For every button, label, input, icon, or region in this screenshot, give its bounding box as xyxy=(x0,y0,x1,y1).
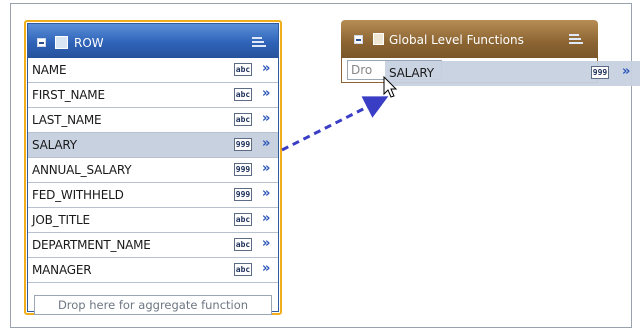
chevron-right-icon[interactable]: » xyxy=(622,64,630,79)
numeric-type-icon: 999 xyxy=(591,66,609,79)
cursor-icon xyxy=(383,76,398,98)
drag-connector-arrow xyxy=(281,96,389,152)
drag-ghost-row[interactable]: SALARY 999 » xyxy=(385,61,640,86)
